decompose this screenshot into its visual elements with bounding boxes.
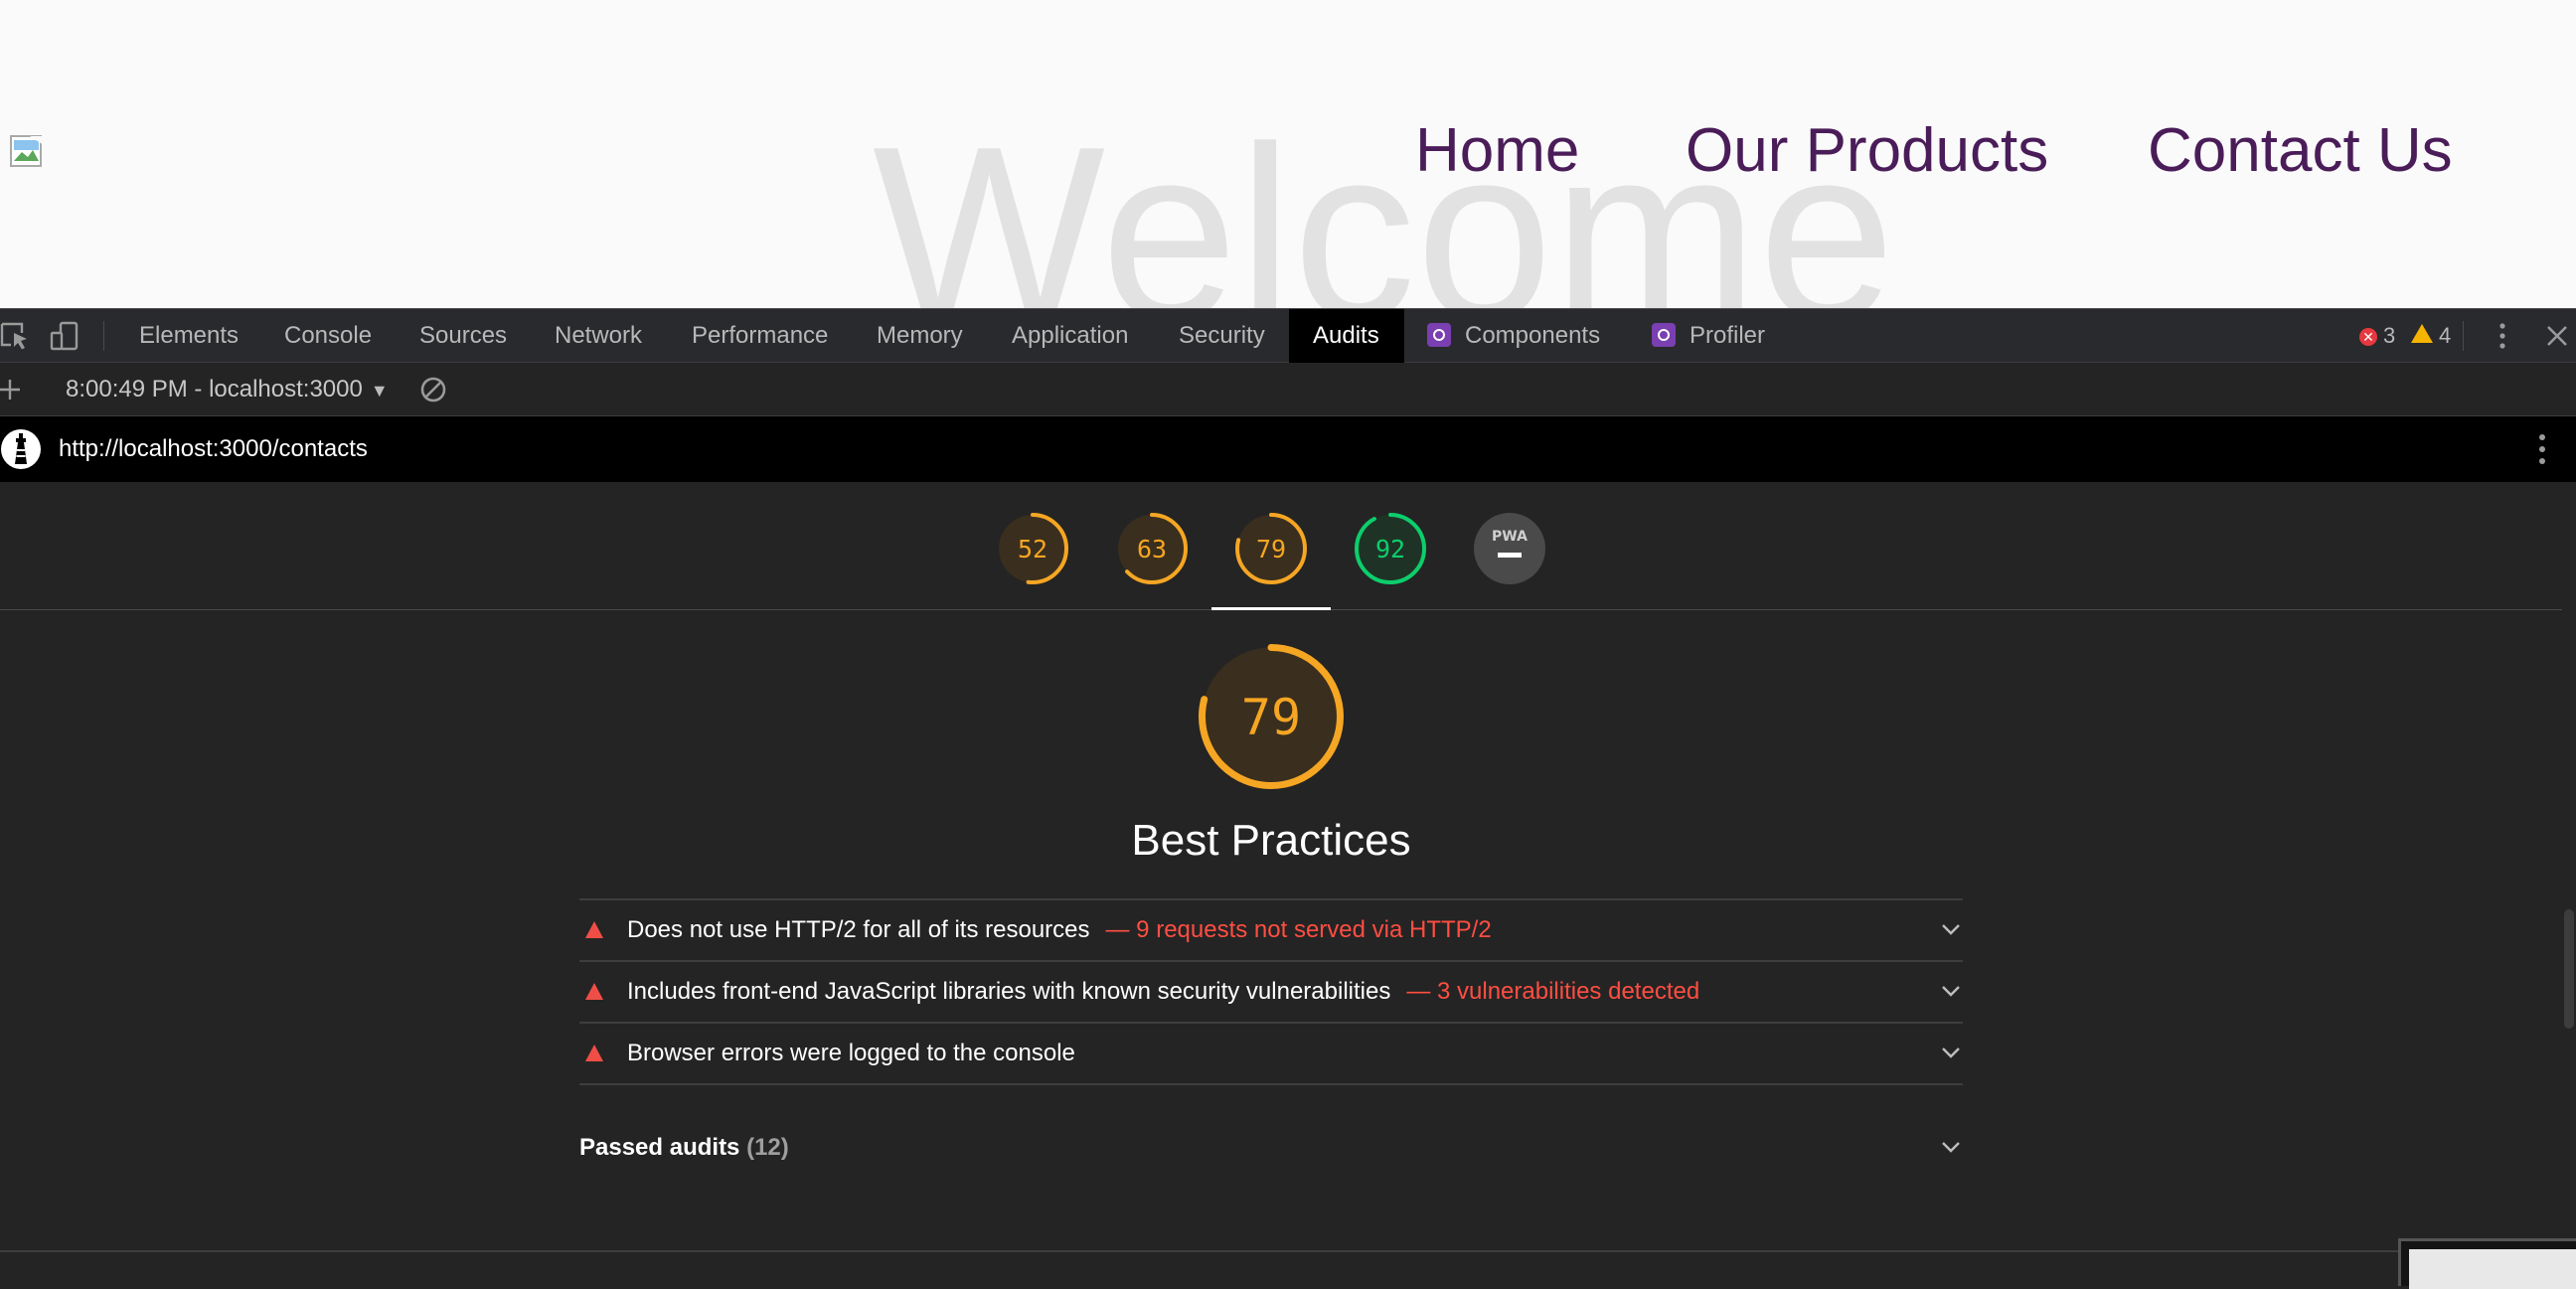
toolbar-divider (103, 321, 104, 351)
gauge-pwa[interactable]: PWA (1473, 512, 1546, 585)
section-divider (0, 1250, 2562, 1252)
toolbar-divider (2463, 321, 2464, 351)
plus-icon[interactable] (0, 376, 24, 403)
screenshot-thumbnail[interactable] (2398, 1238, 2576, 1289)
devtools-tab-bar: Elements Console Sources Network Perform… (0, 308, 2576, 363)
nav-link-contact-us[interactable]: Contact Us (2148, 111, 2453, 191)
kebab-menu-icon[interactable] (2530, 430, 2554, 468)
pwa-dash (1498, 553, 1522, 558)
website-viewport: Welcome Home Our Products Contact Us (0, 0, 2576, 308)
gauge-best-practices[interactable]: 79 (1234, 512, 1308, 585)
passed-audits-title: Passed audits (12) (579, 1118, 789, 1178)
lighthouse-report: 52 63 79 92 PWA 79 Best Practices Does n… (0, 482, 2576, 1289)
report-url[interactable]: http://localhost:3000/contacts (59, 416, 368, 482)
gauge-svg: 79 (1199, 644, 1344, 789)
scrollbar-thumb[interactable] (2564, 909, 2574, 1029)
inspect-icon[interactable] (0, 321, 30, 351)
fail-triangle-icon (585, 1045, 603, 1061)
clear-icon[interactable] (419, 376, 447, 403)
tab-console[interactable]: Console (284, 309, 372, 363)
tab-sources[interactable]: Sources (419, 309, 507, 363)
fail-triangle-icon (585, 983, 603, 1000)
chevron-down-icon (1942, 1142, 1960, 1153)
audit-row-http2[interactable]: Does not use HTTP/2 for all of its resou… (579, 898, 1963, 960)
chevron-down-icon (1942, 986, 1960, 997)
gauge-score: PWA (1492, 529, 1528, 545)
warning-count-badge[interactable]: 4 (2411, 309, 2451, 363)
error-icon: ✕ (2359, 328, 2377, 346)
warning-count: 4 (2439, 323, 2452, 348)
react-icon (1652, 323, 1676, 347)
category-score-gauge: 79 (1198, 643, 1345, 790)
audit-title-text: Does not use HTTP/2 for all of its resou… (627, 916, 1090, 943)
gauge-score: 63 (1137, 535, 1167, 564)
tab-components[interactable]: Components (1427, 309, 1600, 363)
screenshot-thumbnail-image (2409, 1249, 2576, 1289)
gauge-svg: 92 (1355, 513, 1426, 584)
report-url-bar: http://localhost:3000/contacts (0, 416, 2576, 482)
tab-memory[interactable]: Memory (877, 309, 963, 363)
audits-toolbar: 8:00:49 PM - localhost:3000 ▼ (0, 363, 2576, 416)
audit-row-console-errors[interactable]: Browser errors were logged to the consol… (579, 1022, 1963, 1085)
tab-security[interactable]: Security (1179, 309, 1265, 363)
active-gauge-indicator (1211, 607, 1331, 610)
gauge-accessibility[interactable]: 63 (1115, 512, 1189, 585)
passed-audits-group[interactable]: Passed audits (12) (579, 1118, 1963, 1178)
scrollbar-track[interactable] (2562, 482, 2576, 1286)
nav-link-home[interactable]: Home (1415, 111, 1579, 191)
audit-row-js-vulnerabilities[interactable]: Includes front-end JavaScript libraries … (579, 960, 1963, 1022)
tab-audits[interactable]: Audits (1289, 309, 1404, 363)
audit-title-text: Browser errors were logged to the consol… (627, 1040, 1075, 1066)
gauge-svg: 79 (1235, 513, 1307, 584)
kebab-menu-icon[interactable] (2491, 321, 2514, 351)
gauge-svg: 63 (1116, 513, 1188, 584)
tab-profiler-label: Profiler (1690, 322, 1766, 349)
category-title: Best Practices (1131, 816, 1411, 865)
audit-detail: — 3 vulnerabilities detected (1406, 978, 1700, 1005)
gauge-svg: 52 (997, 513, 1068, 584)
react-icon (1427, 323, 1451, 347)
gauge-performance[interactable]: 52 (996, 512, 1069, 585)
audit-title: Does not use HTTP/2 for all of its resou… (627, 900, 1492, 960)
gauge-score: 52 (1018, 535, 1047, 564)
device-toggle-icon[interactable] (50, 321, 80, 351)
error-count-badge[interactable]: ✕ 3 (2359, 309, 2395, 363)
audit-title: Browser errors were logged to the consol… (627, 1024, 1075, 1083)
audit-title-text: Includes front-end JavaScript libraries … (627, 978, 1391, 1005)
warning-icon (2411, 324, 2433, 343)
report-select-label: 8:00:49 PM - localhost:3000 (66, 376, 363, 403)
audit-title: Includes front-end JavaScript libraries … (627, 962, 1699, 1022)
gauge-background (1474, 513, 1545, 584)
gauge-svg: PWA (1474, 513, 1545, 584)
caret-down-icon: ▼ (370, 381, 389, 401)
lighthouse-icon (1, 429, 41, 469)
gauge-seo[interactable]: 92 (1354, 512, 1427, 585)
close-icon[interactable] (2542, 321, 2572, 351)
nav-link-our-products[interactable]: Our Products (1686, 111, 2048, 191)
tab-performance[interactable]: Performance (692, 309, 828, 363)
report-select[interactable]: 8:00:49 PM - localhost:3000 ▼ (66, 363, 389, 416)
failed-audits-list: Does not use HTTP/2 for all of its resou… (579, 898, 1963, 1085)
tab-application[interactable]: Application (1012, 309, 1128, 363)
score-gauges-row: 52 63 79 92 PWA (0, 482, 2562, 610)
broken-image-icon (10, 135, 44, 167)
tab-components-label: Components (1465, 322, 1601, 349)
gauge-score: 79 (1241, 689, 1301, 746)
passed-audits-count: (12) (746, 1134, 789, 1161)
tab-profiler[interactable]: Profiler (1652, 309, 1765, 363)
audit-detail: — 9 requests not served via HTTP/2 (1105, 916, 1492, 943)
tab-elements[interactable]: Elements (139, 309, 239, 363)
passed-audits-label: Passed audits (579, 1134, 740, 1161)
gauge-score: 79 (1256, 535, 1286, 564)
gauge-score: 92 (1375, 535, 1405, 564)
tab-network[interactable]: Network (555, 309, 642, 363)
chevron-down-icon (1942, 1047, 1960, 1058)
error-count: 3 (2383, 323, 2396, 348)
chevron-down-icon (1942, 924, 1960, 935)
fail-triangle-icon (585, 921, 603, 938)
